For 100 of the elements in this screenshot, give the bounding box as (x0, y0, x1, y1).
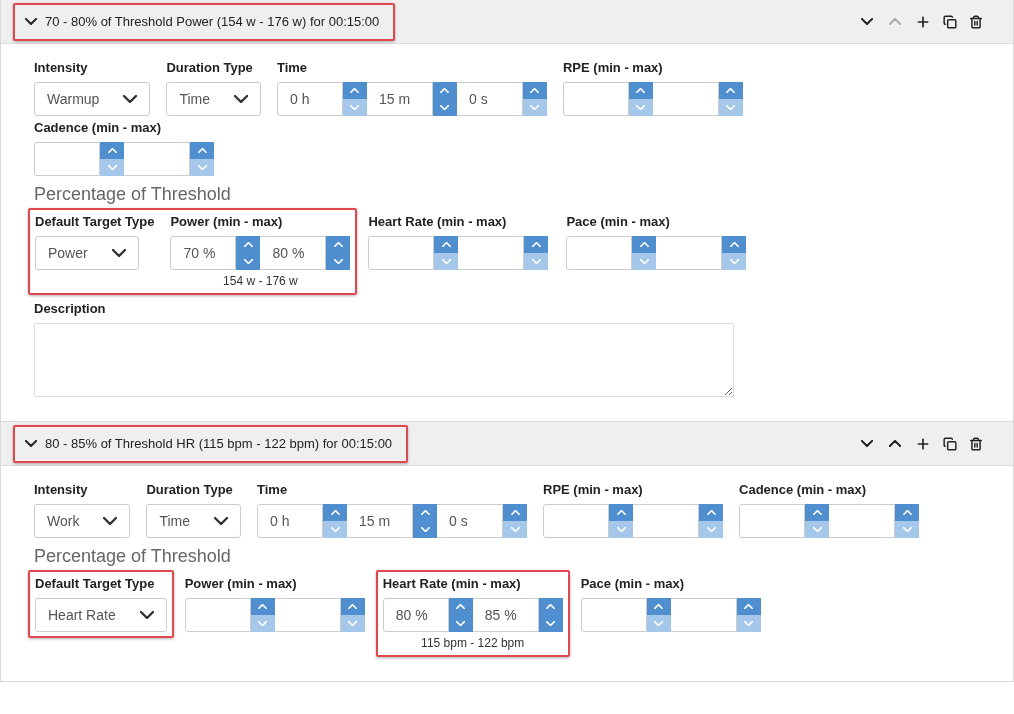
number-field[interactable]: 15 m (367, 82, 433, 116)
copy-icon (943, 436, 957, 451)
number-field[interactable]: 0 s (437, 504, 503, 538)
field-label: Cadence (min - max) (739, 482, 867, 498)
decrement-button[interactable] (448, 615, 473, 632)
increment-button[interactable] (805, 504, 829, 521)
increment-button[interactable] (632, 236, 657, 253)
increment-button[interactable] (190, 142, 214, 159)
number-field[interactable]: 15 m (347, 504, 413, 538)
number-field[interactable] (566, 236, 633, 270)
chevron-up-icon (706, 509, 716, 516)
conversion-note: 154 w - 176 w (223, 273, 298, 289)
chevron-down-icon (25, 440, 37, 447)
increment-button[interactable] (503, 504, 527, 521)
number-field[interactable] (580, 598, 647, 632)
number-field[interactable] (458, 236, 525, 270)
chevron-up-icon (726, 87, 736, 94)
increment-button[interactable] (326, 236, 351, 253)
copy-button[interactable] (941, 434, 959, 453)
increment-button[interactable] (538, 598, 563, 615)
copy-button[interactable] (941, 12, 959, 31)
chevron-down-icon (25, 18, 37, 25)
section-heading: Percentage of Threshold (34, 545, 232, 568)
increment-button[interactable] (699, 504, 723, 521)
panel-title-toggle[interactable]: 70 - 80% of Threshold Power (154 w - 176 w) for 00:15:00 (13, 2, 396, 41)
increment-button[interactable] (250, 598, 275, 615)
description-field[interactable] (34, 323, 734, 397)
chevron-down-icon (350, 104, 360, 111)
field-label: Pace (min - max) (566, 214, 670, 230)
increment-button[interactable] (434, 236, 459, 253)
chevron-up-icon (243, 241, 253, 248)
increment-button[interactable] (523, 82, 547, 99)
increment-button[interactable] (343, 82, 367, 99)
increment-button[interactable] (736, 598, 761, 615)
number-field[interactable]: 85 % (472, 598, 539, 632)
number-field[interactable] (563, 82, 629, 116)
decrement-button[interactable] (433, 99, 457, 116)
number-field[interactable]: 70 % (170, 236, 237, 270)
increment-button[interactable] (646, 598, 671, 615)
number-field[interactable] (670, 598, 737, 632)
increment-button[interactable] (413, 504, 437, 521)
increment-button[interactable] (609, 504, 633, 521)
number-field[interactable] (656, 236, 723, 270)
chevron-down-icon (420, 526, 430, 533)
chevron-down-icon (107, 164, 117, 171)
field-label: Duration Type (166, 60, 253, 76)
dropdown[interactable]: Warmup (34, 82, 151, 116)
delete-button[interactable] (967, 434, 985, 453)
decrement-button[interactable] (413, 521, 437, 538)
increment-button[interactable] (448, 598, 473, 615)
number-field[interactable] (184, 598, 251, 632)
chevron-up-icon (350, 87, 360, 94)
chevron-down-icon (861, 18, 873, 25)
number-field[interactable]: 80 % (382, 598, 449, 632)
number-field[interactable]: 0 s (457, 82, 523, 116)
decrement-button[interactable] (326, 253, 351, 270)
chevron-up-icon (639, 241, 649, 248)
increment-button[interactable] (719, 82, 743, 99)
number-field[interactable] (543, 504, 609, 538)
chevron-up-icon (456, 603, 466, 610)
chevron-down-icon (197, 164, 207, 171)
increment-button[interactable] (895, 504, 919, 521)
dropdown[interactable]: Time (146, 504, 241, 538)
number-field[interactable]: 0 h (277, 82, 343, 116)
delete-button[interactable] (967, 12, 985, 31)
dropdown[interactable]: Heart Rate (35, 598, 167, 632)
chevron-up-icon (197, 147, 207, 154)
increment-button[interactable] (236, 236, 261, 253)
number-field[interactable] (34, 142, 100, 176)
increment-button[interactable] (100, 142, 124, 159)
number-field[interactable] (274, 598, 341, 632)
chevron-up-icon (441, 241, 451, 248)
increment-button[interactable] (629, 82, 653, 99)
decrement-button[interactable] (236, 253, 261, 270)
number-field[interactable]: 0 h (257, 504, 323, 538)
number-field[interactable] (124, 142, 190, 176)
field-label: Power (min - max) (170, 214, 283, 230)
number-field[interactable] (739, 504, 805, 538)
number-field[interactable] (653, 82, 719, 116)
dropdown[interactable]: Power (35, 236, 139, 270)
increment-button[interactable] (433, 82, 457, 99)
increment-button[interactable] (340, 598, 365, 615)
number-field[interactable]: 80 % (260, 236, 327, 270)
number-field[interactable] (368, 236, 435, 270)
dropdown[interactable]: Work (34, 504, 131, 538)
chevron-down-icon (706, 526, 716, 533)
chevron-up-icon (902, 509, 912, 516)
field-label: RPE (min - max) (563, 60, 663, 76)
chevron-down-icon (726, 104, 736, 111)
chevron-up-icon (333, 241, 343, 248)
increment-button[interactable] (323, 504, 347, 521)
number-field[interactable] (829, 504, 895, 538)
increment-button[interactable] (722, 236, 747, 253)
increment-button[interactable] (524, 236, 549, 253)
dropdown[interactable]: Time (166, 82, 261, 116)
panel-title-toggle[interactable]: 80 - 85% of Threshold HR (115 bpm - 122 bpm) for 00:15:00 (13, 424, 409, 463)
chevron-up-icon (546, 603, 556, 610)
number-field[interactable] (633, 504, 699, 538)
decrement-button[interactable] (538, 615, 563, 632)
chevron-down-icon (531, 258, 541, 265)
